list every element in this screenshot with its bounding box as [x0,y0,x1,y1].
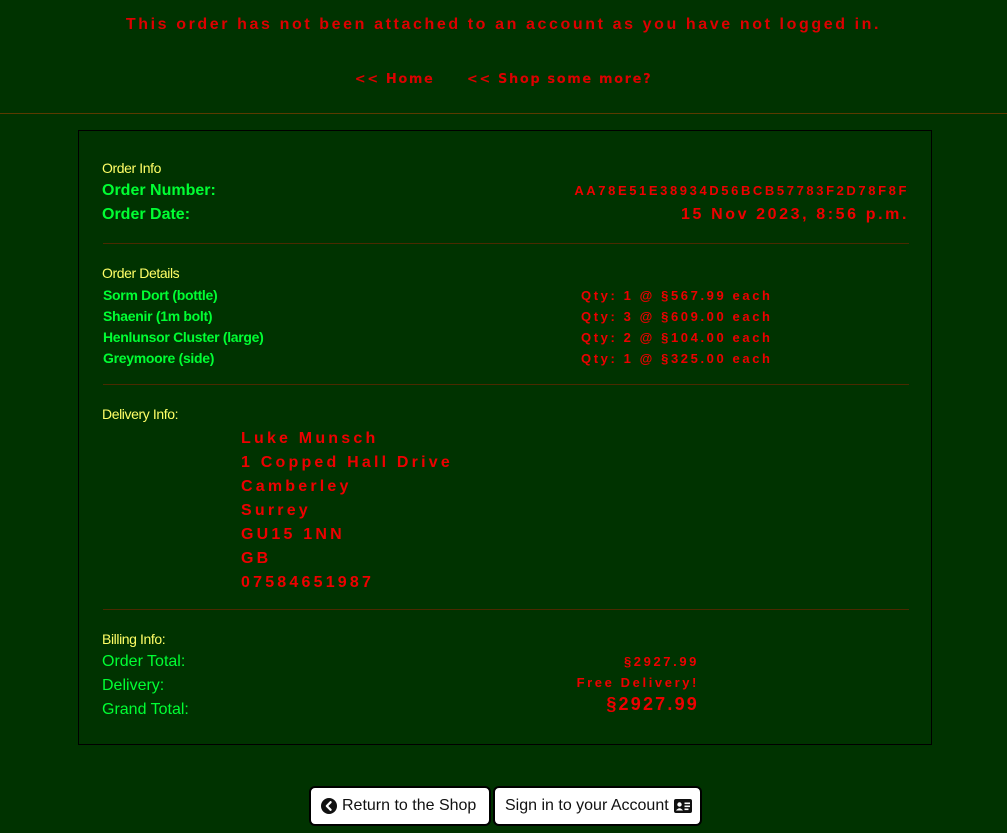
order-item-name: Henlunsor Cluster (large) [103,329,264,345]
delivery-address: Luke Munsch 1 Copped Hall Drive Camberle… [241,427,453,595]
address-town: Camberley [241,478,352,495]
chevron-circle-left-icon [321,798,337,814]
delivery-value: Free Delivery! [576,675,699,690]
id-card-icon [673,799,692,813]
delivery-info-heading: Delivery Info: [102,406,179,422]
order-item-name: Greymoore (side) [103,350,215,366]
order-item-qty: Qty: 3 @ §609.00 each [581,309,773,324]
order-date-label: Order Date: [102,206,191,223]
section-divider [103,384,909,385]
shop-more-link[interactable]: << Shop some more? [467,72,652,87]
order-details-heading: Order Details [102,265,180,281]
grand-total-value: §2927.99 [606,694,699,714]
section-divider [103,243,909,244]
order-item-qty: Qty: 2 @ §104.00 each [581,330,773,345]
order-summary-card: Order Info Order Number: AA78E51E38934D5… [78,130,932,745]
address-phone: 07584651987 [241,574,375,591]
order-total-value: §2927.99 [623,654,699,669]
top-nav: << Home << Shop some more? [0,70,1007,88]
home-link[interactable]: << Home [355,72,435,87]
sign-in-label: Sign in to your Account [505,797,669,814]
header-divider [0,113,1007,114]
return-to-shop-label: Return to the Shop [342,797,477,814]
order-number-value: AA78E51E38934D56BCB57783F2D78F8F [574,183,909,198]
section-divider [103,609,909,610]
order-info-heading: Order Info [102,160,162,176]
order-item-qty: Qty: 1 @ §325.00 each [581,351,773,366]
grand-total-label: Grand Total: [102,701,189,718]
address-line1: 1 Copped Hall Drive [241,454,453,471]
order-item-name: Shaenir (1m bolt) [103,308,213,324]
sign-in-button[interactable]: Sign in to your Account [493,786,702,826]
return-to-shop-button[interactable]: Return to the Shop [309,786,491,826]
order-item-qty: Qty: 1 @ §567.99 each [581,288,773,303]
order-date-value: 15 Nov 2023, 8:56 p.m. [681,206,909,223]
address-postcode: GU15 1NN [241,526,345,543]
address-name: Luke Munsch [241,430,379,447]
not-logged-in-notice: This order has not been attached to an a… [125,16,882,33]
address-county: Surrey [241,502,311,519]
order-item-name: Sorm Dort (bottle) [103,287,218,303]
order-number-label: Order Number: [102,182,216,199]
delivery-label: Delivery: [102,677,165,694]
address-country: GB [241,550,272,567]
billing-info-heading: Billing Info: [102,631,166,647]
order-total-label: Order Total: [102,653,186,670]
